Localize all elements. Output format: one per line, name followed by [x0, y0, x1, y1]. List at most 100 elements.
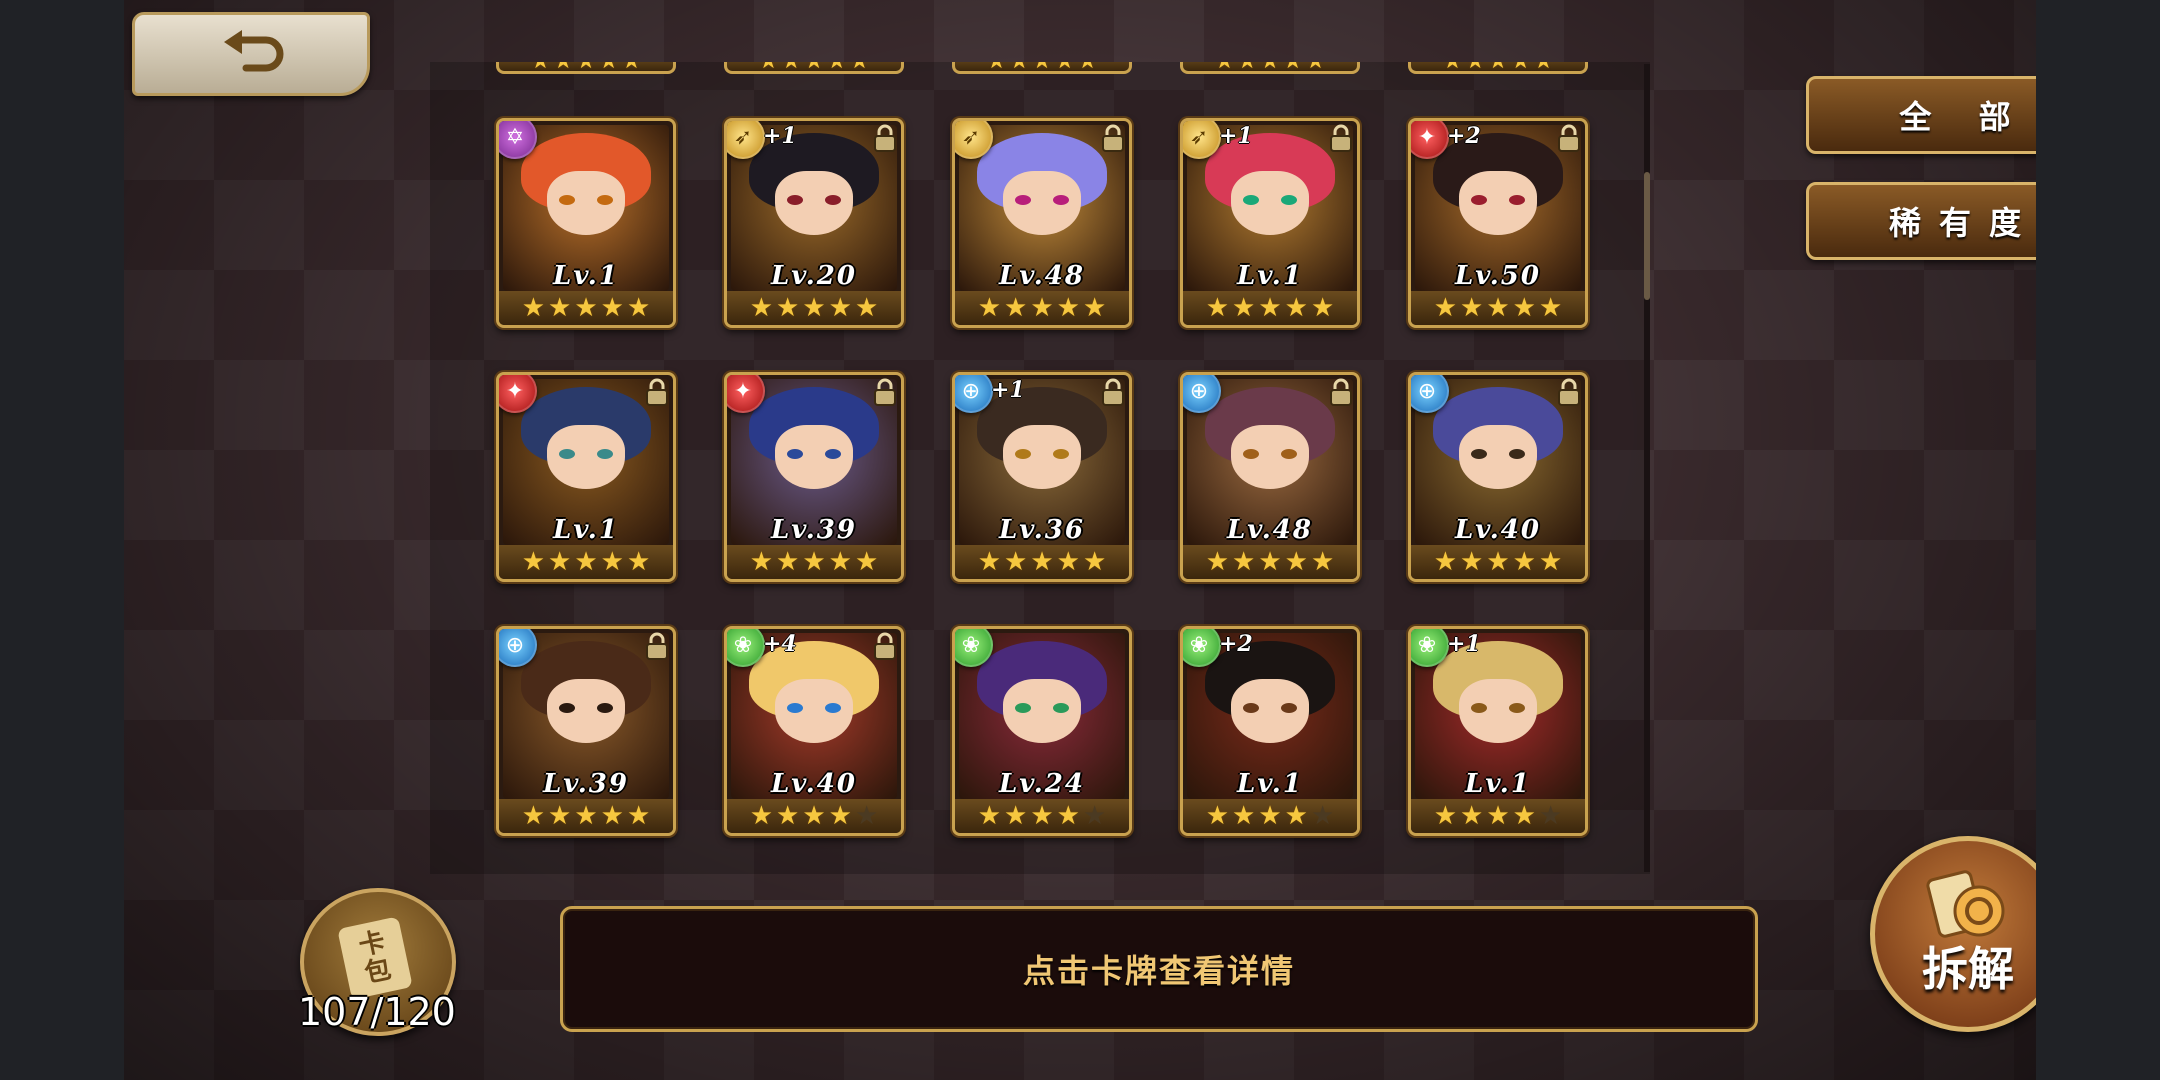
star-icon: ★	[548, 293, 572, 323]
character-card[interactable]: Lv.39 ★ ★ ★ ★ ★ ✦	[724, 372, 904, 582]
lock-icon[interactable]	[643, 377, 671, 407]
star-rating: ★ ★ ★ ★ ★	[955, 545, 1129, 579]
right-letterbox	[2036, 0, 2160, 1080]
star-rating: ★ ★ ★ ★ ★	[727, 799, 901, 833]
star-icon: ★	[1284, 547, 1308, 577]
star-icon: ★	[1512, 547, 1536, 577]
star-icon: ★	[802, 801, 826, 831]
star-icon: ★	[1310, 801, 1335, 831]
card-stars-partial[interactable]: ★★★★★	[1180, 62, 1360, 74]
star-icon: ★	[1056, 801, 1080, 831]
lock-icon[interactable]	[871, 631, 899, 661]
star-icon: ★	[1004, 547, 1028, 577]
card-stars-partial[interactable]: ★★★★★	[724, 62, 904, 74]
star-icon: ★	[1056, 293, 1080, 323]
star-rating: ★ ★ ★ ★ ★	[1411, 799, 1585, 833]
star-icon: ★	[1258, 547, 1282, 577]
lock-icon[interactable]	[643, 631, 671, 661]
filter-all-button[interactable]: 全 部	[1806, 76, 2036, 154]
star-rating: ★ ★ ★ ★ ★	[499, 799, 673, 833]
star-icon: ★	[600, 293, 624, 323]
card-grid[interactable]: ★★★★★ ★★★★★ ★★★★★ ★★★★★ ★★★★★ Lv.1★★★★★✡…	[430, 62, 1650, 874]
character-card[interactable]: Lv.40 ★ ★ ★ ★ ★ ❀ +4	[724, 626, 904, 836]
star-icon: ★	[1004, 293, 1028, 323]
card-plus-level: +4	[763, 631, 797, 657]
star-icon: ★	[1460, 801, 1484, 831]
star-rating: ★ ★ ★ ★ ★	[955, 291, 1129, 325]
star-icon: ★	[1538, 801, 1563, 831]
star-rating: ★ ★ ★ ★ ★	[727, 291, 901, 325]
star-icon: ★	[1433, 547, 1458, 577]
lock-icon[interactable]	[1555, 123, 1583, 153]
star-icon: ★	[574, 293, 598, 323]
character-card[interactable]: Lv.20 ★ ★ ★ ★ ★ ➶ +1	[724, 118, 904, 328]
star-icon: ★	[854, 801, 879, 831]
lock-icon[interactable]	[1327, 377, 1355, 407]
star-icon: ★	[626, 547, 651, 577]
star-icon: ★	[802, 547, 826, 577]
card-level: Lv.1	[553, 261, 619, 291]
star-icon: ★	[1310, 547, 1335, 577]
star-icon: ★	[749, 293, 774, 323]
character-card[interactable]: Lv.1 ★ ★ ★ ★ ★ ❀ +2	[1180, 626, 1360, 836]
card-level: Lv.39	[770, 515, 857, 545]
star-icon: ★	[1433, 293, 1458, 323]
star-icon: ★	[1460, 547, 1484, 577]
character-card[interactable]: Lv.1 ★ ★ ★ ★ ★ ✡	[496, 118, 676, 328]
star-icon: ★	[1284, 293, 1308, 323]
star-icon: ★	[1486, 801, 1510, 831]
character-card[interactable]: Lv.1 ★ ★ ★ ★ ★ ❀ +1	[1408, 626, 1588, 836]
character-card[interactable]: Lv.1 ★ ★ ★ ★ ★ ➶ +1	[1180, 118, 1360, 328]
lock-icon[interactable]	[871, 123, 899, 153]
character-card[interactable]: Lv.36 ★ ★ ★ ★ ★ ⊕ +1	[952, 372, 1132, 582]
lock-icon[interactable]	[1099, 377, 1127, 407]
star-icon: ★	[1082, 547, 1107, 577]
card-level: Lv.40	[1454, 515, 1541, 545]
star-icon: ★	[574, 547, 598, 577]
star-icon: ★	[828, 293, 852, 323]
star-icon: ★	[1232, 293, 1256, 323]
card-stars-partial[interactable]: ★★★★★	[496, 62, 676, 74]
card-level: Lv.39	[542, 769, 629, 799]
star-icon: ★	[1460, 293, 1484, 323]
card-stars-partial[interactable]: ★★★★★	[1408, 62, 1588, 74]
star-icon: ★	[1433, 801, 1458, 831]
star-icon: ★	[548, 801, 572, 831]
star-rating: ★ ★ ★ ★ ★	[1411, 291, 1585, 325]
card-plus-level: +2	[1447, 123, 1481, 149]
lock-icon[interactable]	[1099, 123, 1127, 153]
card-pack-icon: 卡 包	[337, 916, 413, 1000]
dismantle-button[interactable]: 拆解	[1870, 836, 2036, 1032]
star-icon: ★	[854, 293, 879, 323]
star-icon: ★	[626, 801, 651, 831]
back-button[interactable]	[132, 12, 370, 96]
character-card[interactable]: Lv.1 ★ ★ ★ ★ ★ ✦	[496, 372, 676, 582]
filter-rarity-button[interactable]: 稀有度	[1806, 182, 2036, 260]
star-icon: ★	[977, 801, 1002, 831]
lock-icon[interactable]	[871, 377, 899, 407]
character-card[interactable]: Lv.48 ★ ★ ★ ★ ★ ➶	[952, 118, 1132, 328]
character-card[interactable]: Lv.24 ★ ★ ★ ★ ★ ❀	[952, 626, 1132, 836]
lock-icon[interactable]	[1555, 377, 1583, 407]
star-icon: ★	[1538, 547, 1563, 577]
star-rating: ★ ★ ★ ★ ★	[1183, 545, 1357, 579]
character-card[interactable]: Lv.39 ★ ★ ★ ★ ★ ⊕	[496, 626, 676, 836]
star-icon: ★	[521, 293, 546, 323]
star-icon: ★	[1258, 293, 1282, 323]
star-icon: ★	[977, 293, 1002, 323]
star-icon: ★	[977, 547, 1002, 577]
scrollbar-thumb[interactable]	[1644, 172, 1650, 300]
character-card[interactable]: Lv.48 ★ ★ ★ ★ ★ ⊕	[1180, 372, 1360, 582]
star-rating: ★ ★ ★ ★ ★	[1411, 545, 1585, 579]
card-stars-partial[interactable]: ★★★★★	[952, 62, 1132, 74]
lock-icon[interactable]	[1327, 123, 1355, 153]
star-icon: ★	[776, 293, 800, 323]
card-level: Lv.1	[1465, 769, 1531, 799]
star-icon: ★	[1258, 801, 1282, 831]
character-card[interactable]: Lv.50 ★ ★ ★ ★ ★ ✦ +2	[1408, 118, 1588, 328]
star-icon: ★	[521, 801, 546, 831]
character-card[interactable]: Lv.40 ★ ★ ★ ★ ★ ⊕	[1408, 372, 1588, 582]
star-icon: ★	[1205, 547, 1230, 577]
star-rating: ★ ★ ★ ★ ★	[1183, 799, 1357, 833]
card-plus-level: +1	[763, 123, 797, 149]
